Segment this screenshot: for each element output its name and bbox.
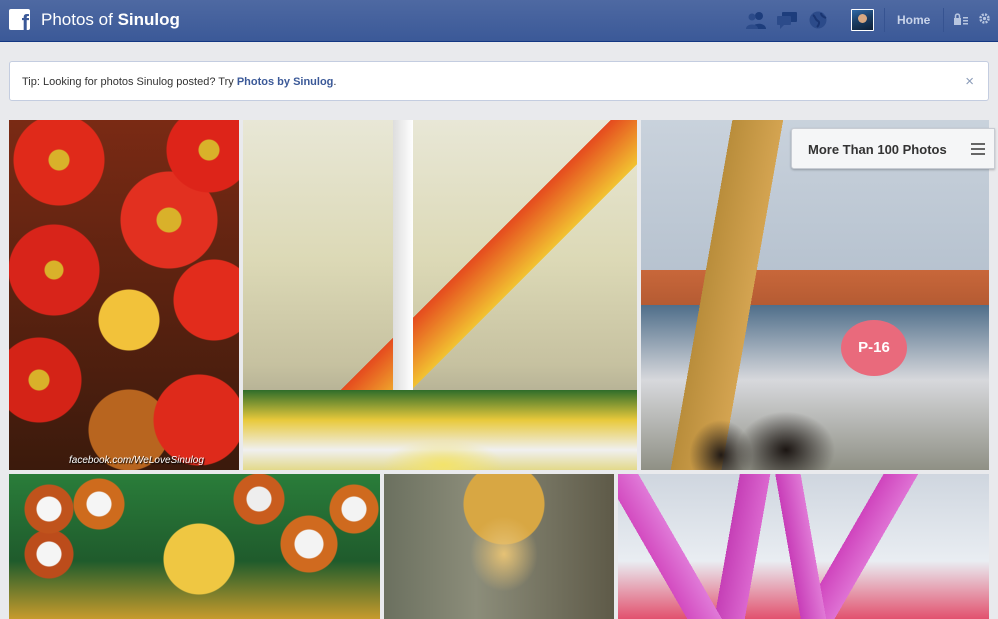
album-count-badge[interactable]: More Than 100 Photos — [791, 128, 995, 169]
photos-by-page-link[interactable]: Photos by Sinulog — [237, 76, 334, 88]
photo-thumbnail[interactable] — [243, 120, 637, 470]
photo-thumbnail[interactable]: P-16 — [641, 120, 989, 470]
page-title: Photos of Sinulog — [41, 10, 180, 30]
nav-divider — [884, 8, 885, 32]
photo-sign-text: P-16 — [841, 320, 907, 376]
privacy-lock-icon[interactable] — [953, 13, 969, 26]
facebook-logo-icon[interactable]: f — [9, 9, 30, 30]
page-title-name[interactable]: Sinulog — [118, 10, 180, 29]
top-navigation-bar: f Photos of Sinulog Home — [0, 0, 998, 42]
user-avatar[interactable] — [851, 9, 874, 31]
tip-text: Tip: Looking for photos Sinulog posted? … — [22, 76, 336, 88]
home-link[interactable]: Home — [897, 13, 930, 27]
page-title-prefix: Photos of — [41, 10, 113, 29]
tip-suffix: . — [333, 76, 337, 88]
photo-thumbnail[interactable] — [618, 474, 989, 619]
friend-requests-icon[interactable] — [745, 10, 767, 30]
settings-gear-icon[interactable] — [978, 12, 991, 25]
nav-divider — [943, 8, 944, 32]
photo-thumbnail[interactable]: facebook.com/WeLoveSinulog — [9, 120, 239, 470]
notifications-globe-icon[interactable] — [807, 10, 829, 30]
menu-icon[interactable] — [971, 143, 985, 155]
photo-watermark: facebook.com/WeLoveSinulog — [69, 455, 204, 466]
tip-banner: Tip: Looking for photos Sinulog posted? … — [9, 61, 989, 101]
photo-thumbnail[interactable] — [384, 474, 614, 619]
close-icon[interactable]: × — [965, 73, 974, 90]
album-count-label: More Than 100 Photos — [808, 142, 947, 157]
messages-icon[interactable] — [776, 10, 798, 30]
tip-message: Tip: Looking for photos Sinulog posted? … — [22, 76, 237, 88]
photo-thumbnail[interactable] — [9, 474, 380, 619]
